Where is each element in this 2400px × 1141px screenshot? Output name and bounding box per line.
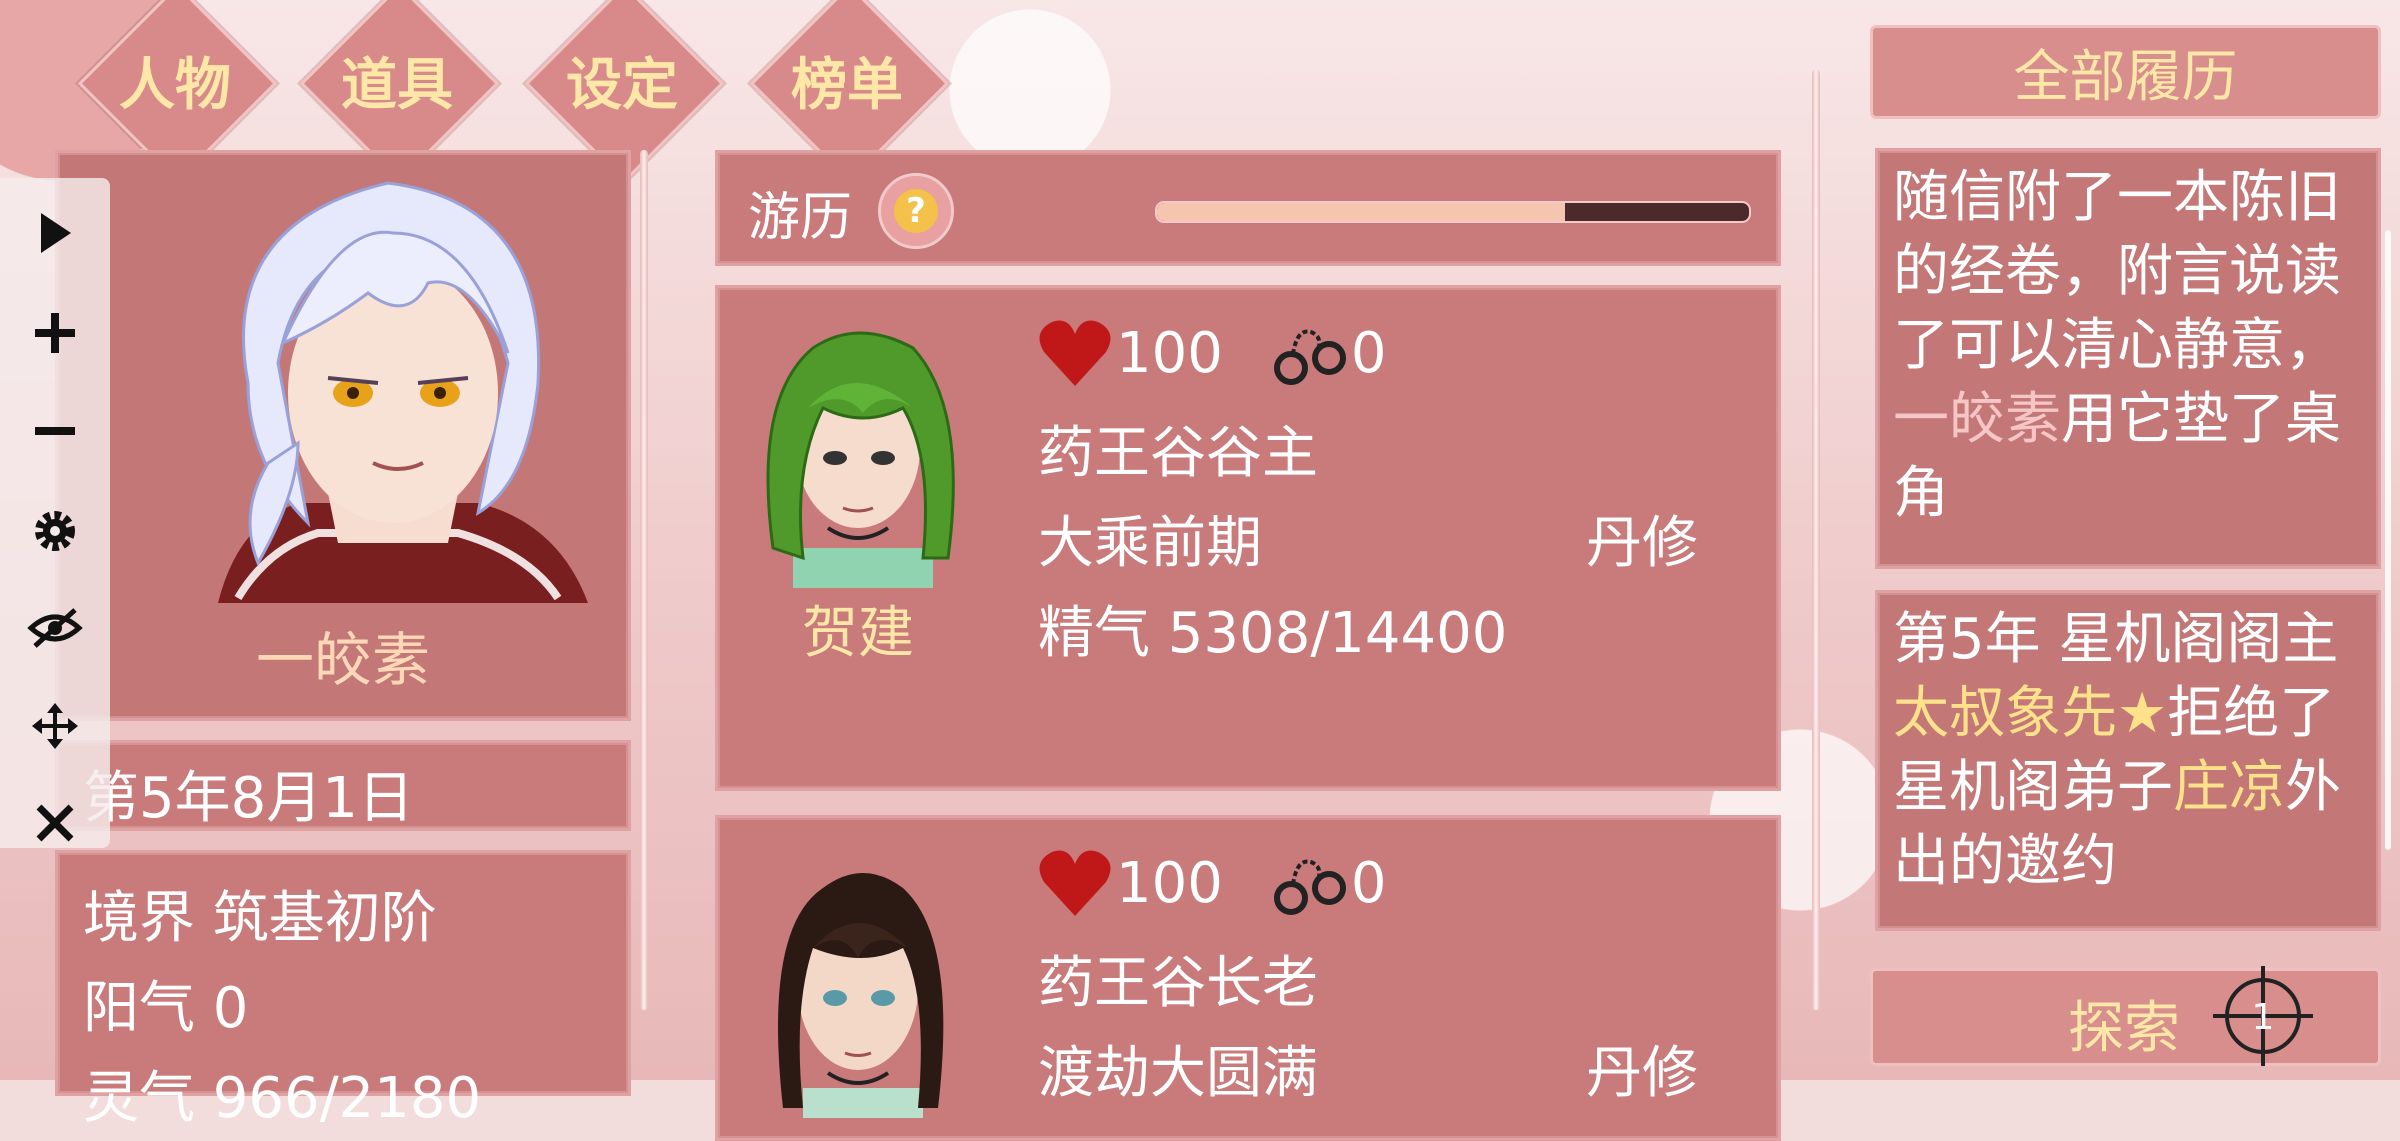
- play-icon[interactable]: [25, 203, 85, 263]
- tab-rankings[interactable]: 榜单: [762, 10, 932, 150]
- history-log-text: 第5年 星机阁阁主太叔象先★拒绝了星机阁弟子庄凉外出的邀约: [1893, 603, 2368, 899]
- divider: [640, 150, 648, 1010]
- handcuffs-icon: [1273, 859, 1346, 915]
- npc-avatar: [766, 331, 955, 588]
- tab-settings[interactable]: 设定: [537, 10, 707, 150]
- full-history-label: 全部履历: [2013, 44, 2238, 110]
- tab-label: 人物: [119, 52, 231, 118]
- history-scrollbar[interactable]: [2385, 230, 2391, 850]
- game-date: 第5年8月1日: [83, 766, 414, 831]
- history-log-entry: 第5年 星机阁阁主太叔象先★拒绝了星机阁弟子庄凉外出的邀约: [1875, 590, 2381, 931]
- gear-icon[interactable]: [25, 501, 85, 561]
- crosshair-icon: 1: [2213, 966, 2313, 1066]
- travel-label: 游历: [748, 188, 853, 248]
- log-highlight-name: 庄凉: [2173, 755, 2285, 820]
- explore-label: 探索: [2068, 996, 2180, 1061]
- move-icon[interactable]: [25, 696, 85, 756]
- question-icon: ?: [894, 189, 938, 233]
- npc-avatar: [778, 873, 944, 1118]
- eye-off-icon[interactable]: [25, 598, 85, 658]
- npc-type: 丹修: [1586, 511, 1698, 576]
- travel-progress-fill: [1157, 203, 1566, 221]
- npc-realm: 渡劫大圆满: [1038, 1041, 1318, 1106]
- npc-type: 丹修: [1586, 1041, 1698, 1106]
- npc-favor: 100: [1116, 850, 1223, 916]
- svg-text:?: ?: [906, 191, 926, 231]
- npc-card[interactable]: 100 0 药王谷长老 渡劫大圆满 丹修: [715, 815, 1781, 1141]
- npc-stats-row: 100 0: [1038, 313, 1387, 393]
- npc-bonds: 0: [1350, 850, 1387, 916]
- date-panel: 第5年8月1日: [55, 740, 631, 831]
- tab-characters[interactable]: 人物: [90, 10, 260, 150]
- stats-panel: 境界 筑基初阶 阳气 0 灵气 966/2180: [55, 850, 631, 1131]
- player-portrait-panel[interactable]: 一皎素: [55, 150, 631, 721]
- divider: [1812, 70, 1820, 1010]
- explore-button[interactable]: 探索 1: [1870, 966, 2381, 1066]
- npc-card[interactable]: 贺建 100 0 药王谷谷主 大乘前期 丹修 精气 5308/14400: [715, 285, 1781, 791]
- log-highlight-name: 太叔象先★: [1893, 681, 2168, 746]
- travel-panel: 游历 ?: [715, 150, 1781, 266]
- stat-spirit-qi: 灵气 966/2180: [83, 1066, 482, 1131]
- tab-label: 榜单: [791, 52, 903, 118]
- tab-label: 道具: [341, 52, 453, 118]
- heart-icon: [1039, 850, 1111, 916]
- heart-icon: [1039, 320, 1111, 386]
- minus-icon[interactable]: [25, 401, 85, 461]
- tab-label: 设定: [566, 52, 678, 118]
- handcuffs-icon: [1273, 329, 1346, 385]
- history-log-text: 随信附了一本陈旧的经卷，附言说读了可以清心静意，一皎素用它垫了桌角: [1893, 161, 2368, 531]
- log-text: 随信附了一本陈旧的经卷，附言说读了可以清心静意，: [1893, 165, 2341, 378]
- svg-text:1: 1: [2252, 997, 2275, 1038]
- npc-name: 贺建: [802, 601, 914, 666]
- history-log-entry: 随信附了一本陈旧的经卷，附言说读了可以清心静意，一皎素用它垫了桌角: [1875, 148, 2381, 569]
- close-icon[interactable]: [25, 793, 85, 853]
- tab-items[interactable]: 道具: [312, 10, 482, 150]
- full-history-button[interactable]: 全部履历: [1870, 25, 2381, 119]
- log-highlight-name: 一皎素: [1893, 387, 2061, 452]
- npc-realm: 大乘前期: [1038, 511, 1262, 576]
- travel-progress: [1155, 201, 1751, 223]
- npc-stats-row: 100 0: [1038, 843, 1387, 923]
- stat-realm: 境界 筑基初阶: [83, 886, 437, 951]
- help-button[interactable]: ?: [878, 173, 954, 249]
- stat-yang-qi: 阳气 0: [83, 976, 249, 1041]
- plus-icon[interactable]: [25, 303, 85, 363]
- npc-bonds: 0: [1350, 320, 1387, 386]
- player-name: 一皎素: [255, 626, 430, 694]
- npc-title: 药王谷长老: [1038, 951, 1318, 1016]
- npc-essence: 精气 5308/14400: [1038, 601, 1508, 666]
- log-text: 第5年 星机阁阁主: [1893, 607, 2339, 672]
- side-toolbar: [0, 178, 110, 848]
- npc-title: 药王谷谷主: [1038, 421, 1318, 486]
- player-portrait: [218, 181, 588, 603]
- npc-favor: 100: [1116, 320, 1223, 386]
